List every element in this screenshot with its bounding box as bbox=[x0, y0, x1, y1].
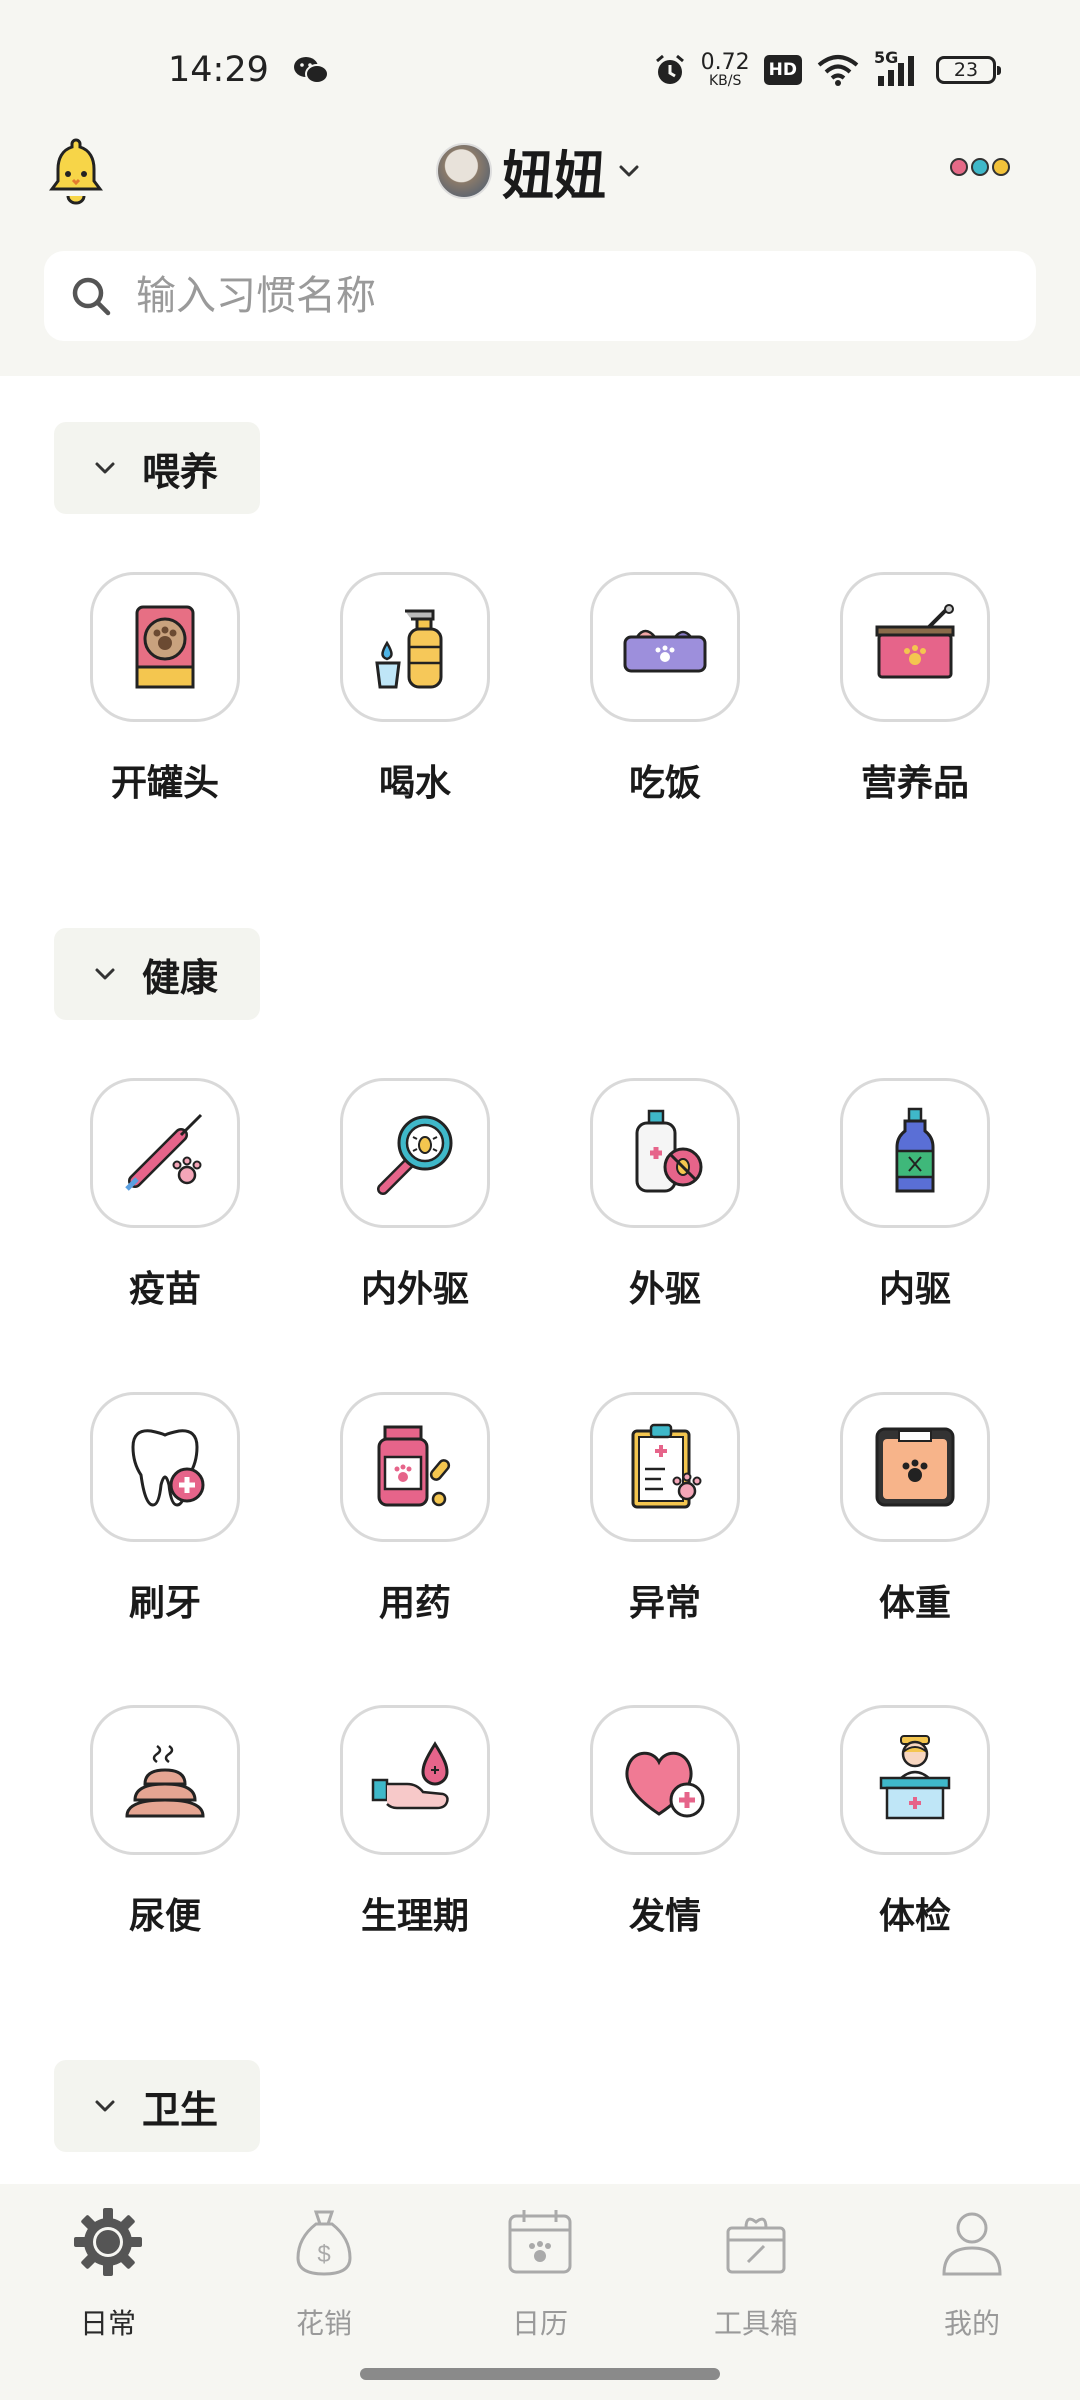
search-icon bbox=[72, 277, 111, 316]
habit-item-medication[interactable]: 用药 bbox=[325, 1392, 505, 1626]
section-header-health[interactable]: 健康 bbox=[54, 928, 260, 1020]
chevron-down-icon bbox=[95, 2100, 115, 2112]
cell-signal: 5G bbox=[874, 48, 922, 88]
habit-label: 体重 bbox=[878, 1583, 951, 1624]
habit-item-weight[interactable]: 体重 bbox=[825, 1392, 1005, 1626]
habit-item-heat[interactable]: 发情 bbox=[575, 1705, 755, 1939]
habit-label: 营养品 bbox=[860, 763, 969, 804]
wifi-icon bbox=[817, 55, 859, 86]
habit-item-deworm-internal[interactable]: 内驱 bbox=[825, 1078, 1005, 1312]
section-title: 卫生 bbox=[142, 2087, 219, 2132]
alarm-icon bbox=[655, 54, 684, 84]
section-title: 健康 bbox=[142, 955, 219, 1000]
habit-item-deworm-both[interactable]: 内外驱 bbox=[325, 1078, 505, 1312]
gear-icon bbox=[74, 2208, 142, 2276]
habit-label: 体检 bbox=[878, 1896, 951, 1937]
medicine-icon bbox=[340, 1392, 490, 1542]
nav-tab-daily[interactable]: 日常 bbox=[28, 2204, 188, 2342]
search-bar[interactable] bbox=[44, 251, 1036, 341]
nav-label: 工具箱 bbox=[713, 2307, 798, 2340]
habit-label: 内驱 bbox=[878, 1269, 951, 1310]
vaccine-icon bbox=[90, 1078, 240, 1228]
more-menu-button[interactable] bbox=[950, 158, 1010, 176]
supplement-icon bbox=[840, 572, 990, 722]
signal-bars-icon bbox=[878, 56, 914, 86]
toolbox-icon bbox=[726, 2217, 786, 2274]
menu-dot bbox=[992, 158, 1010, 176]
menu-dot bbox=[971, 158, 989, 176]
scale-icon bbox=[840, 1392, 990, 1542]
search-input[interactable] bbox=[134, 272, 938, 320]
habit-item-brush-teeth[interactable]: 刷牙 bbox=[75, 1392, 255, 1626]
chevron-down-icon bbox=[95, 968, 115, 980]
habit-label: 喝水 bbox=[378, 763, 451, 804]
nav-label: 日常 bbox=[79, 2307, 136, 2340]
hd-badge: HD bbox=[763, 55, 802, 85]
pet-switcher[interactable]: 妞妞 bbox=[436, 140, 642, 207]
net-speed: 0.72 KB/S bbox=[700, 50, 750, 89]
money-bag-icon: $ bbox=[296, 2210, 352, 2276]
habit-item-canned-food[interactable]: 开罐头 bbox=[75, 572, 255, 806]
habit-item-eat[interactable]: 吃饭 bbox=[575, 572, 755, 806]
habit-item-water[interactable]: 喝水 bbox=[325, 572, 505, 806]
section-title: 喂养 bbox=[142, 449, 219, 494]
habit-label: 刷牙 bbox=[128, 1583, 201, 1624]
status-time: 14:29 bbox=[168, 50, 269, 90]
magnifier-bug-icon bbox=[340, 1078, 490, 1228]
habit-item-toilet[interactable]: 尿便 bbox=[75, 1705, 255, 1939]
nav-label: 我的 bbox=[943, 2307, 1000, 2340]
habit-item-deworm-external[interactable]: 外驱 bbox=[575, 1078, 755, 1312]
deworm-bottle-icon bbox=[840, 1078, 990, 1228]
food-bowl-icon bbox=[590, 572, 740, 722]
poop-icon bbox=[90, 1705, 240, 1855]
habit-label: 尿便 bbox=[128, 1896, 201, 1937]
nav-label: 日历 bbox=[511, 2307, 568, 2340]
pet-avatar bbox=[436, 143, 492, 199]
clipboard-icon bbox=[590, 1392, 740, 1542]
water-bottle-icon bbox=[340, 572, 490, 722]
person-icon bbox=[942, 2212, 1002, 2276]
spray-no-bug-icon bbox=[590, 1078, 740, 1228]
nav-label: 花销 bbox=[295, 2307, 352, 2340]
net-speed-unit: KB/S bbox=[708, 73, 742, 89]
habit-label: 生理期 bbox=[360, 1896, 469, 1937]
chevron-down-icon bbox=[619, 165, 639, 177]
chevron-down-icon bbox=[95, 462, 115, 474]
hand-drop-icon bbox=[340, 1705, 490, 1855]
section-header-feeding[interactable]: 喂养 bbox=[54, 422, 260, 514]
nav-tab-mine[interactable]: 我的 bbox=[892, 2204, 1052, 2342]
pet-name: 妞妞 bbox=[502, 146, 607, 207]
heart-plus-icon bbox=[590, 1705, 740, 1855]
svg-text:$: $ bbox=[317, 2241, 330, 2268]
habit-item-period[interactable]: 生理期 bbox=[325, 1705, 505, 1939]
habit-label: 外驱 bbox=[628, 1269, 701, 1310]
bell-icon[interactable] bbox=[46, 136, 106, 206]
nav-tab-toolbox[interactable]: 工具箱 bbox=[676, 2204, 836, 2342]
habit-item-supplement[interactable]: 营养品 bbox=[825, 572, 1005, 806]
section-header-hygiene[interactable]: 卫生 bbox=[54, 2060, 260, 2152]
wechat-icon bbox=[294, 57, 329, 84]
habit-item-vaccine[interactable]: 疫苗 bbox=[75, 1078, 255, 1312]
habit-label: 发情 bbox=[628, 1896, 701, 1937]
status-right: 0.72 KB/S HD 5G 23 bbox=[653, 48, 1001, 92]
habit-label: 用药 bbox=[378, 1583, 451, 1624]
menu-dot bbox=[950, 158, 968, 176]
habit-label: 异常 bbox=[628, 1583, 701, 1624]
nav-tab-expense[interactable]: $ 花销 bbox=[244, 2204, 404, 2342]
canned-food-icon bbox=[90, 572, 240, 722]
habit-label: 开罐头 bbox=[110, 763, 219, 804]
net-speed-value: 0.72 bbox=[700, 50, 750, 75]
habit-item-abnormal[interactable]: 异常 bbox=[575, 1392, 755, 1626]
nav-tab-calendar[interactable]: 日历 bbox=[460, 2204, 620, 2342]
calendar-icon bbox=[508, 2210, 572, 2274]
habit-label: 疫苗 bbox=[128, 1269, 201, 1310]
habit-label: 吃饭 bbox=[628, 763, 701, 804]
home-indicator[interactable] bbox=[360, 2368, 720, 2380]
habit-item-checkup[interactable]: 体检 bbox=[825, 1705, 1005, 1939]
vet-nurse-icon bbox=[840, 1705, 990, 1855]
tooth-icon bbox=[90, 1392, 240, 1542]
habit-label: 内外驱 bbox=[360, 1269, 469, 1310]
battery: 23 bbox=[936, 56, 1001, 84]
status-bar: 14:29 0.72 KB/S HD 5G 23 bbox=[0, 0, 1080, 140]
